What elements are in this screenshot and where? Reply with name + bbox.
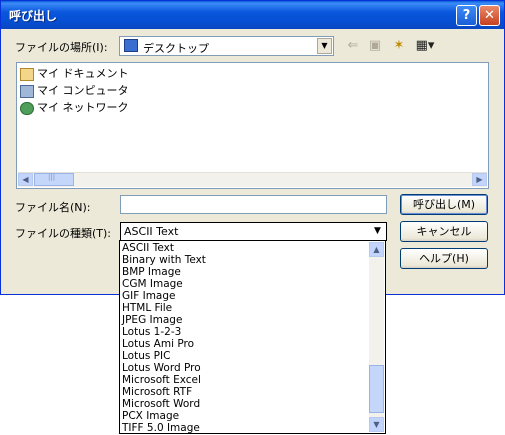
filetype-option[interactable]: Lotus Ami Pro <box>122 338 194 350</box>
filetype-option[interactable]: GIF Image <box>122 290 176 302</box>
chevron-down-icon[interactable]: ▼ <box>317 38 332 54</box>
window-title: 呼び出し <box>9 9 58 23</box>
filetype-option[interactable]: BMP Image <box>122 266 181 278</box>
back-icon[interactable]: ⇐ <box>343 37 363 55</box>
horizontal-scrollbar[interactable]: ◀ ||| ▶ <box>18 172 487 187</box>
filetype-option[interactable]: Microsoft Word <box>122 398 200 410</box>
scroll-right-icon[interactable]: ▶ <box>472 173 487 186</box>
close-icon[interactable]: ✕ <box>479 5 500 26</box>
filetype-option[interactable]: Microsoft RTF <box>122 386 192 398</box>
file-list[interactable]: マイ ドキュメント マイ コンピュータ マイ ネットワーク ◀ ||| ▶ <box>16 62 489 189</box>
up-folder-icon[interactable]: ▣ <box>365 37 385 55</box>
scroll-left-icon[interactable]: ◀ <box>18 173 33 186</box>
filetype-option[interactable]: TIFF 5.0 Image <box>122 422 200 434</box>
filetype-option[interactable]: Lotus 1-2-3 <box>122 326 181 338</box>
filetype-dropdown-list[interactable]: ASCII Text Binary with Text BMP Image CG… <box>119 240 386 434</box>
filetype-value: ASCII Text <box>124 225 179 238</box>
filetype-option[interactable]: ASCII Text <box>122 242 174 254</box>
vertical-scrollbar[interactable]: ▲ ▼ <box>369 242 384 432</box>
filetype-option[interactable]: CGM Image <box>122 278 183 290</box>
network-icon <box>20 101 34 115</box>
computer-icon <box>20 84 34 98</box>
open-button[interactable]: 呼び出し(M) <box>400 194 488 215</box>
help-button[interactable]: ヘルプ(H) <box>400 248 488 269</box>
filetype-option[interactable]: PCX Image <box>122 410 179 422</box>
view-menu-icon[interactable]: ▦▾ <box>413 37 437 55</box>
list-item[interactable]: マイ ネットワーク <box>20 100 129 116</box>
filetype-label: ファイルの種類(T): <box>15 227 112 240</box>
scroll-thumb[interactable] <box>369 365 384 413</box>
help-icon[interactable]: ? <box>456 5 477 26</box>
location-combo[interactable]: デスクトップ ▼ <box>119 36 334 56</box>
folder-icon <box>20 67 34 81</box>
scroll-thumb[interactable]: ||| <box>34 173 74 186</box>
scroll-up-icon[interactable]: ▲ <box>369 242 384 257</box>
scroll-down-icon[interactable]: ▼ <box>369 417 384 432</box>
filetype-combo[interactable]: ASCII Text ▼ <box>120 222 387 241</box>
chevron-down-icon[interactable]: ▼ <box>370 224 385 239</box>
list-item[interactable]: マイ ドキュメント <box>20 66 129 82</box>
cancel-button[interactable]: キャンセル <box>400 221 488 242</box>
file-name: マイ ドキュメント <box>37 67 129 80</box>
filetype-option[interactable]: JPEG Image <box>122 314 182 326</box>
new-folder-icon[interactable]: ✶ <box>389 37 409 55</box>
filetype-option[interactable]: Lotus PIC <box>122 350 170 362</box>
filetype-option[interactable]: Lotus Word Pro <box>122 362 201 374</box>
list-item[interactable]: マイ コンピュータ <box>20 83 129 99</box>
filetype-option[interactable]: Binary with Text <box>122 254 206 266</box>
filename-label: ファイル名(N): <box>15 201 91 214</box>
location-label: ファイルの場所(I): <box>15 41 108 54</box>
desktop-icon <box>124 39 138 52</box>
filetype-option[interactable]: HTML File <box>122 302 172 314</box>
grip-icon: ||| <box>48 173 56 181</box>
file-name: マイ コンピュータ <box>37 84 129 97</box>
filetype-option[interactable]: Microsoft Excel <box>122 374 201 386</box>
title-bar[interactable]: 呼び出し ? ✕ <box>1 1 504 29</box>
filename-input[interactable] <box>120 195 387 214</box>
file-name: マイ ネットワーク <box>37 101 129 114</box>
location-value: デスクトップ <box>143 42 209 55</box>
